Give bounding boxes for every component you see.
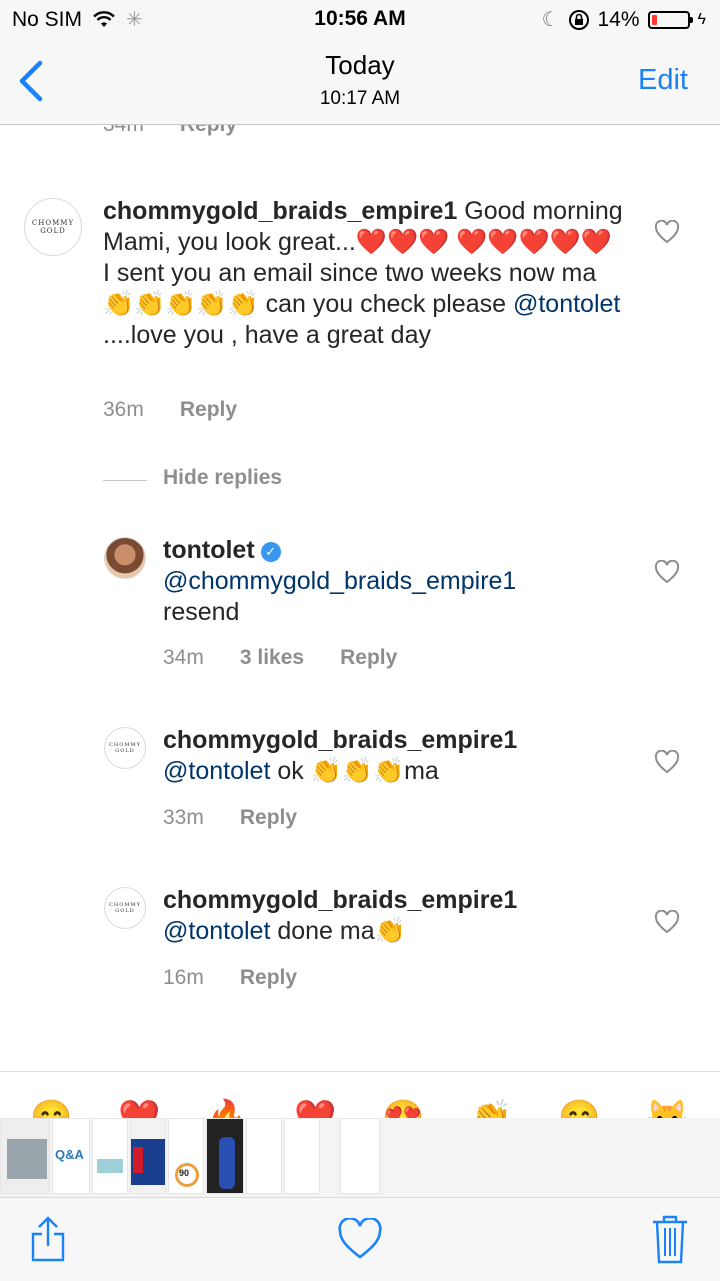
trash-icon[interactable] <box>650 1214 690 1266</box>
divider <box>103 480 147 481</box>
reply-button[interactable]: Reply <box>180 125 237 137</box>
comment-time: 16m <box>163 966 204 989</box>
photo-thumbnail[interactable]: 90 <box>168 1118 204 1194</box>
comment-body: chommygold_braids_empire1 Good morning M… <box>103 196 623 351</box>
avatar[interactable]: CHOMMY GOLD <box>104 727 146 769</box>
clapping-emoji: 👏👏👏👏👏 <box>103 290 259 318</box>
previous-comment-meta: 34m Reply <box>103 125 237 137</box>
reply-username[interactable]: tontolet <box>163 536 255 564</box>
photo-thumbnail[interactable] <box>92 1118 128 1194</box>
photo-thumbnail[interactable] <box>284 1118 320 1194</box>
battery-percent: 14% <box>597 7 640 31</box>
thumbnail-label: 90 <box>179 1168 190 1178</box>
bottom-toolbar <box>0 1197 720 1281</box>
like-heart-icon[interactable] <box>654 560 680 584</box>
reply-body: tontolet ✓ @chommygold_braids_empire1 res… <box>163 535 613 628</box>
comment-username[interactable]: chommygold_braids_empire1 <box>103 197 457 225</box>
photo-thumbnail[interactable] <box>206 1118 244 1194</box>
reply-meta: 33m Reply <box>163 806 297 830</box>
comment-text-part: I sent you an email since two weeks now … <box>103 259 597 287</box>
charging-bolt-icon: ϟ <box>697 10 706 28</box>
photo-thumbnail-strip: Q&A 90 <box>0 1118 720 1198</box>
reply-text: resend <box>163 598 240 626</box>
nav-title: Today <box>325 50 395 80</box>
avatar[interactable]: CHOMMY GOLD <box>104 887 146 929</box>
reply-button[interactable]: Reply <box>240 966 297 990</box>
clapping-emoji: 👏👏👏 <box>310 757 405 785</box>
photo-thumbnail[interactable] <box>0 1118 50 1194</box>
nav-bar: Today 10:17 AM Edit <box>0 40 720 125</box>
reply-username[interactable]: chommygold_braids_empire1 <box>163 886 517 914</box>
photo-thumbnail[interactable]: Q&A <box>52 1118 90 1194</box>
reply-text: ok <box>277 757 304 785</box>
hearts-emoji: ❤️❤️❤️ <box>355 228 450 256</box>
verified-badge-icon: ✓ <box>260 542 281 562</box>
like-heart-icon[interactable] <box>654 220 680 244</box>
reply-text: done ma <box>277 917 375 945</box>
mention-link[interactable]: @tontolet <box>163 757 270 785</box>
hearts-emoji: ❤️❤️❤️❤️❤️ <box>456 228 612 256</box>
status-right: ☾ 14% ϟ <box>542 7 706 32</box>
photo-thumbnail[interactable] <box>130 1118 166 1194</box>
reply-text: ma <box>404 757 439 785</box>
comment-thread: 34m Reply CHOMMY GOLD chommygold_braids_… <box>0 125 720 1070</box>
reply-button[interactable]: Reply <box>340 646 397 670</box>
mention-link[interactable]: @tontolet <box>163 917 270 945</box>
avatar[interactable] <box>104 537 146 579</box>
comment-time: 34m <box>163 646 204 669</box>
comment-time: 33m <box>163 806 204 829</box>
do-not-disturb-moon-icon: ☾ <box>541 9 560 31</box>
avatar-logo-text: CHOMMY GOLD <box>109 742 141 754</box>
likes-count[interactable]: 3 likes <box>240 646 304 670</box>
heart-icon[interactable] <box>337 1218 383 1260</box>
like-heart-icon[interactable] <box>654 750 680 774</box>
photo-thumbnail[interactable] <box>340 1118 380 1194</box>
clapping-emoji: 👏 <box>374 917 406 945</box>
hide-replies-button[interactable]: Hide replies <box>163 466 282 490</box>
reply-body: chommygold_braids_empire1 @tontolet done… <box>163 885 613 947</box>
edit-button[interactable]: Edit <box>638 64 688 97</box>
like-heart-icon[interactable] <box>654 910 680 934</box>
orientation-lock-icon <box>568 9 589 30</box>
reply-button[interactable]: Reply <box>180 398 237 422</box>
avatar[interactable]: CHOMMY GOLD <box>24 198 82 256</box>
reply-button[interactable]: Reply <box>240 806 297 830</box>
nav-subtitle: 10:17 AM <box>319 88 401 109</box>
reply-body: chommygold_braids_empire1 @tontolet ok 👏… <box>163 725 613 787</box>
reply-meta: 16m Reply <box>163 966 297 990</box>
reply-meta: 34m 3 likes Reply <box>163 646 397 670</box>
mention-link[interactable]: @chommygold_braids_empire1 <box>163 567 516 595</box>
thumbnail-label: Q&A <box>55 1147 84 1162</box>
avatar-logo-text: CHOMMY GOLD <box>31 219 75 235</box>
reply-username[interactable]: chommygold_braids_empire1 <box>163 726 517 754</box>
comment-time: 36m <box>103 398 144 421</box>
comment-time: 34m <box>103 125 144 137</box>
comment-text-part: can you check please <box>265 290 507 318</box>
mention-link[interactable]: @tontolet <box>513 290 620 318</box>
share-icon[interactable] <box>28 1214 68 1264</box>
battery-icon <box>647 10 693 29</box>
comment-text-part: ....love you , have a great day <box>103 321 431 349</box>
comment-meta: 36m Reply <box>103 398 237 422</box>
status-bar: No SIM ✳ 10:56 AM ☾ 14% ϟ <box>0 0 720 40</box>
avatar-logo-text: CHOMMY GOLD <box>109 902 141 914</box>
photo-thumbnail[interactable] <box>246 1118 282 1194</box>
